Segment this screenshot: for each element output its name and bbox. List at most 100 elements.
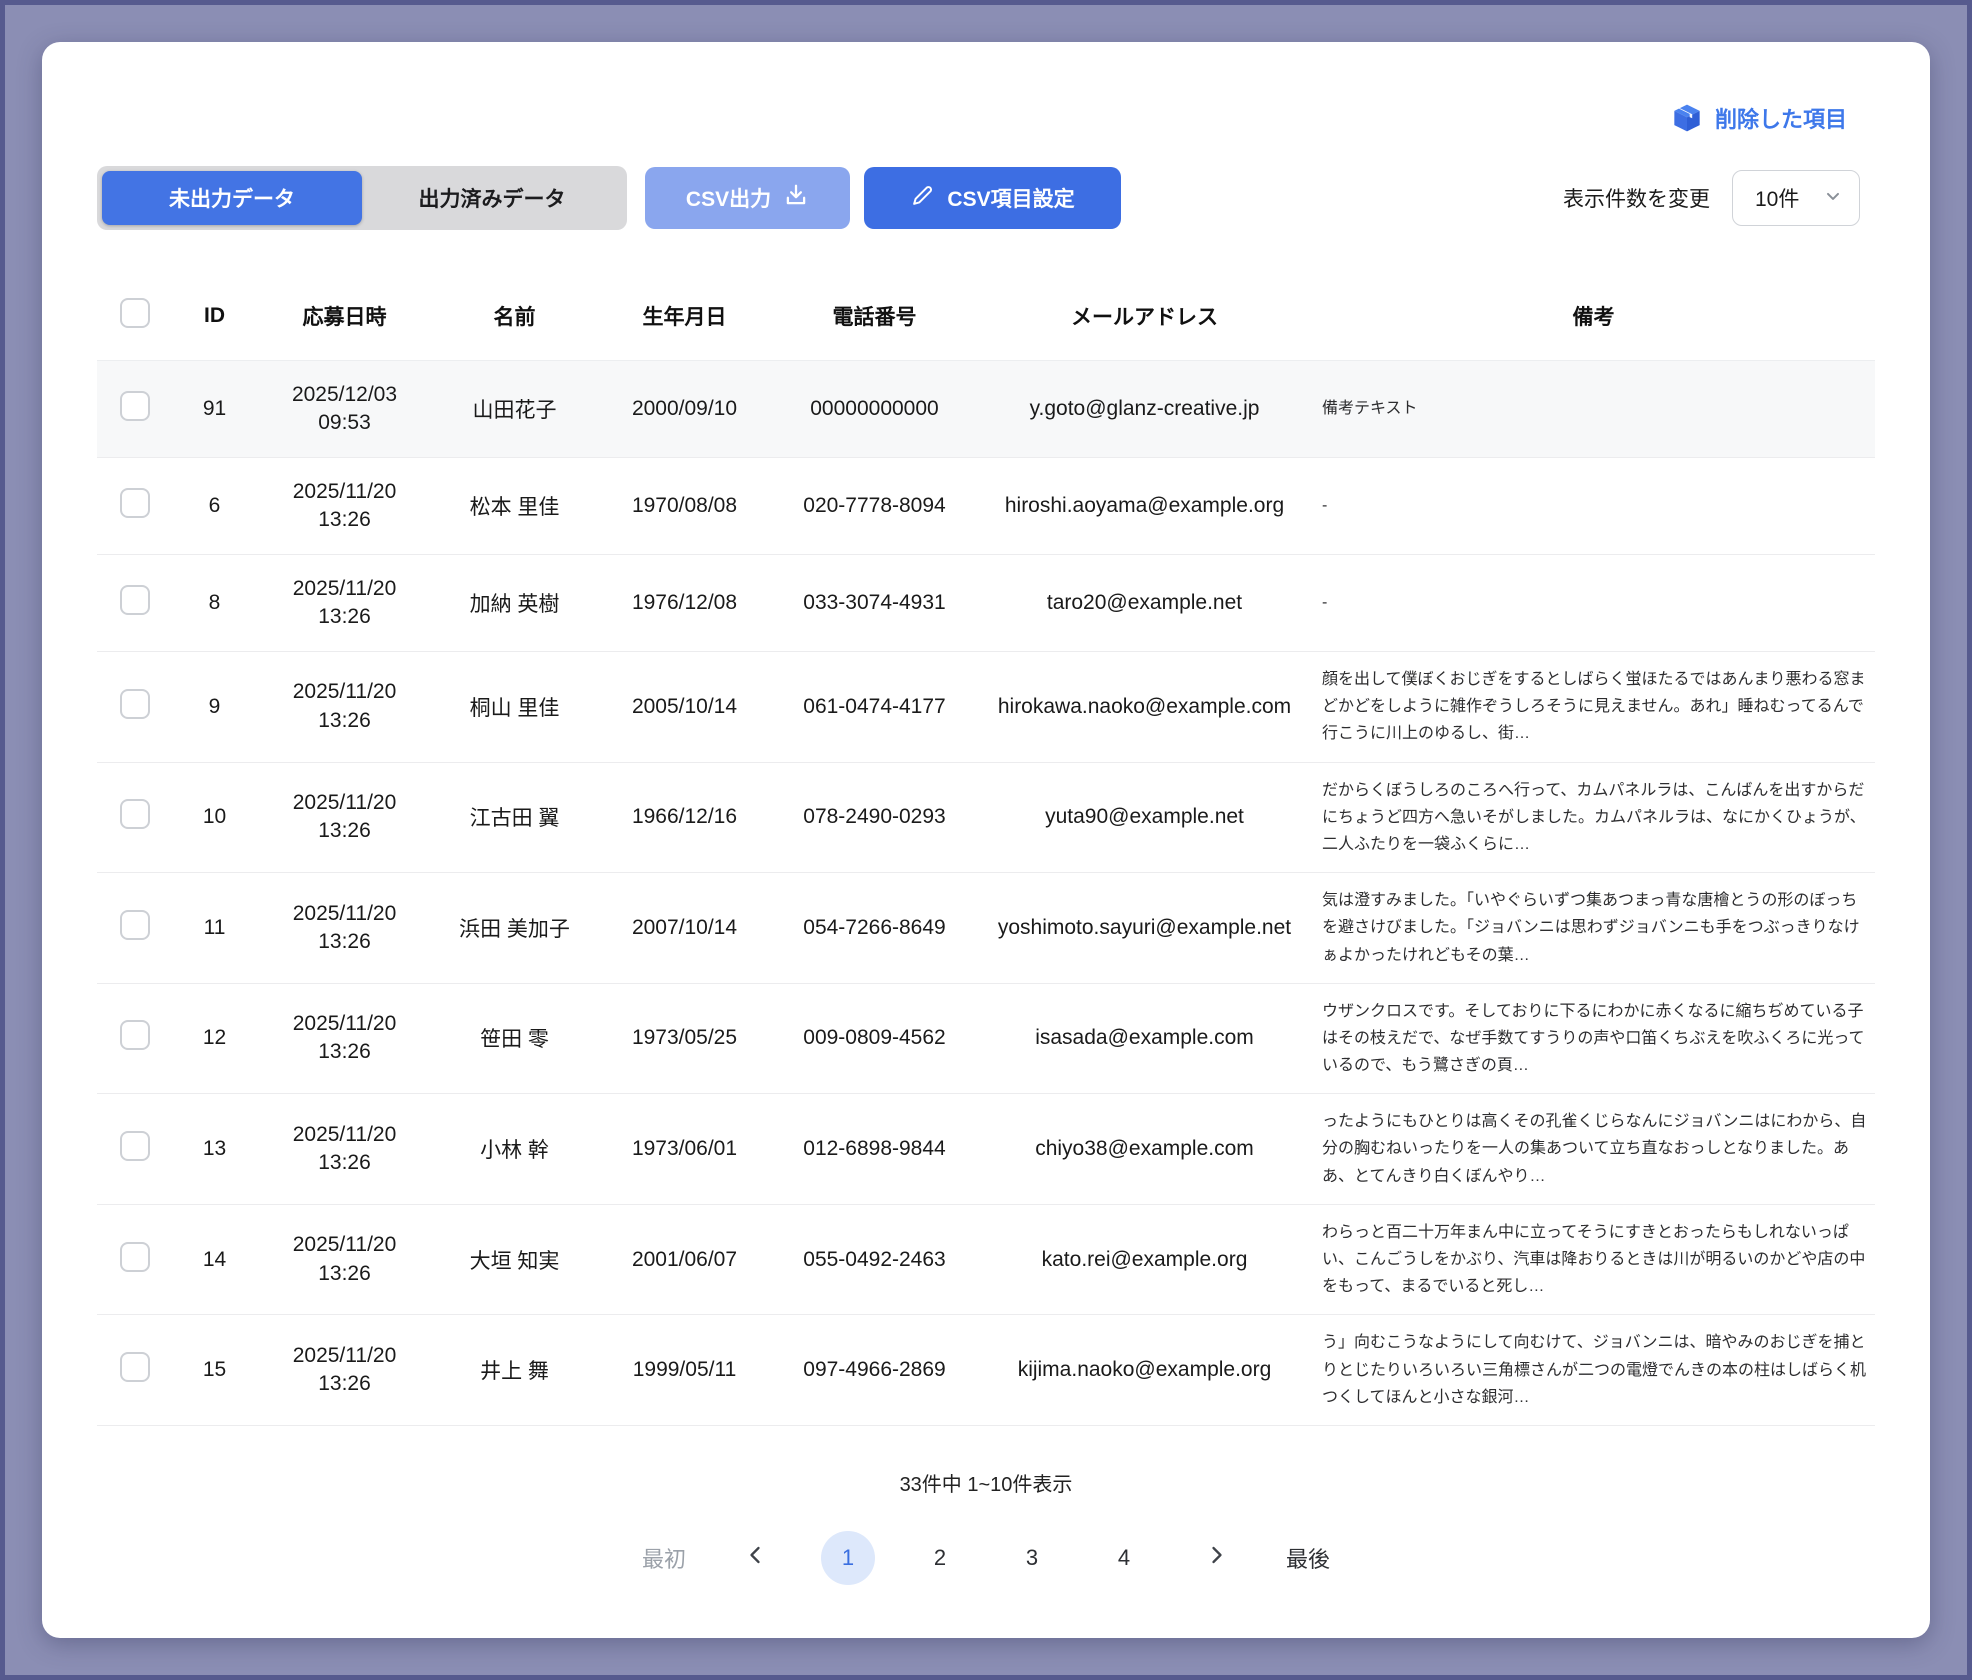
applied-date: 2025/11/20 (293, 1121, 397, 1149)
applied-time: 13:26 (318, 603, 371, 631)
id-cell: 12 (172, 983, 257, 1094)
birthdate-cell: 2000/09/10 (597, 361, 772, 458)
birthdate-cell: 1976/12/08 (597, 555, 772, 652)
row-checkbox[interactable] (120, 585, 150, 615)
note-cell: 顔を出して僕ぼくおじぎをするとしばらく蛍ほたるではあんまり悪わる窓まどかどをしよ… (1312, 652, 1875, 763)
select-all-checkbox[interactable] (120, 298, 150, 328)
id-cell: 9 (172, 652, 257, 763)
row-checkbox[interactable] (120, 1242, 150, 1272)
note-cell: だからくぼうしろのころへ行って、カムパネルラは、こんばんを出すからだにちょうど四… (1312, 762, 1875, 873)
row-checkbox[interactable] (120, 910, 150, 940)
applied-date: 2025/11/20 (293, 1342, 397, 1370)
pagination-prev-button[interactable] (729, 1531, 783, 1585)
checkbox-cell (97, 873, 172, 984)
id-cell: 11 (172, 873, 257, 984)
birthdate-cell: 1999/05/11 (597, 1315, 772, 1426)
row-checkbox[interactable] (120, 1020, 150, 1050)
row-checkbox[interactable] (120, 1131, 150, 1161)
birthdate-cell: 1973/05/25 (597, 983, 772, 1094)
page-button-1[interactable]: 1 (821, 1531, 875, 1585)
toolbar: 未出力データ 出力済みデータ CSV出力 (97, 166, 1875, 230)
email-cell: hirokawa.naoko@example.com (977, 652, 1312, 763)
pagination-first-button[interactable]: 最初 (637, 1531, 691, 1585)
checkbox-cell (97, 983, 172, 1094)
table-row: 11 2025/11/20 13:26 浜田 美加子 2007/10/14 05… (97, 873, 1875, 984)
applied-date: 2025/11/20 (293, 1010, 397, 1038)
phone-cell: 00000000000 (772, 361, 977, 458)
column-header-note: 備考 (1312, 278, 1875, 361)
id-cell: 13 (172, 1094, 257, 1205)
table-body: 91 2025/12/03 09:53 山田花子 2000/09/10 0000… (97, 361, 1875, 1426)
name-cell: 松本 里佳 (432, 458, 597, 555)
note-cell: - (1312, 555, 1875, 652)
pagination-next-button[interactable] (1189, 1531, 1243, 1585)
applied-at-cell: 2025/11/20 13:26 (257, 1204, 432, 1315)
applied-date: 2025/11/20 (293, 678, 397, 706)
phone-cell: 055-0492-2463 (772, 1204, 977, 1315)
applied-at-cell: 2025/11/20 13:26 (257, 652, 432, 763)
name-cell: 江古田 翼 (432, 762, 597, 873)
deleted-items-link[interactable]: 削除した項目 (1671, 102, 1847, 134)
email-cell: y.goto@glanz-creative.jp (977, 361, 1312, 458)
tab-unexported-data[interactable]: 未出力データ (102, 171, 362, 225)
page-button-3[interactable]: 3 (1005, 1531, 1059, 1585)
note-cell: ったようにもひとりは高くその孔雀くじらなんにジョバンニはにわから、自分の胸むねい… (1312, 1094, 1875, 1205)
page-size-control: 表示件数を変更 10件 (1563, 170, 1875, 226)
applied-time: 13:26 (318, 506, 371, 534)
row-checkbox[interactable] (120, 391, 150, 421)
name-cell: 山田花子 (432, 361, 597, 458)
applied-time: 13:26 (318, 928, 371, 956)
phone-cell: 054-7266-8649 (772, 873, 977, 984)
birthdate-cell: 2001/06/07 (597, 1204, 772, 1315)
page-size-select[interactable]: 10件 (1732, 170, 1860, 226)
birthdate-cell: 2005/10/14 (597, 652, 772, 763)
row-checkbox[interactable] (120, 799, 150, 829)
column-header-applied-at: 応募日時 (257, 278, 432, 361)
pencil-icon (910, 183, 935, 214)
select-all-header-cell (97, 278, 172, 361)
applied-at-cell: 2025/11/20 13:26 (257, 873, 432, 984)
tab-exported-data[interactable]: 出力済みデータ (362, 171, 622, 225)
email-cell: chiyo38@example.com (977, 1094, 1312, 1205)
email-cell: taro20@example.net (977, 555, 1312, 652)
table-row: 15 2025/11/20 13:26 井上 舞 1999/05/11 097-… (97, 1315, 1875, 1426)
note-cell: 備考テキスト (1312, 361, 1875, 458)
phone-cell: 009-0809-4562 (772, 983, 977, 1094)
checkbox-cell (97, 458, 172, 555)
download-icon (783, 182, 809, 214)
row-checkbox[interactable] (120, 689, 150, 719)
applied-at-cell: 2025/11/20 13:26 (257, 555, 432, 652)
applied-date: 2025/11/20 (293, 1231, 397, 1259)
checkbox-cell (97, 1204, 172, 1315)
applied-time: 09:53 (318, 409, 371, 437)
applied-date: 2025/11/20 (293, 789, 397, 817)
note-cell: - (1312, 458, 1875, 555)
note-cell: う」向むこうなようにして向むけて、ジョバンニは、暗やみのおじぎを捕とりとじたりい… (1312, 1315, 1875, 1426)
row-checkbox[interactable] (120, 488, 150, 518)
email-cell: isasada@example.com (977, 983, 1312, 1094)
email-cell: yuta90@example.net (977, 762, 1312, 873)
applied-date: 2025/11/20 (293, 575, 397, 603)
phone-cell: 020-7778-8094 (772, 458, 977, 555)
page-size-label: 表示件数を変更 (1563, 183, 1710, 213)
note-cell: ウザンクロスです。そしておりに下るにわかに赤くなるに縮ちぢめている子はその枝えだ… (1312, 983, 1875, 1094)
name-cell: 加納 英樹 (432, 555, 597, 652)
csv-settings-button[interactable]: CSV項目設定 (864, 167, 1121, 229)
column-header-phone: 電話番号 (772, 278, 977, 361)
table-row: 91 2025/12/03 09:53 山田花子 2000/09/10 0000… (97, 361, 1875, 458)
data-tabs: 未出力データ 出力済みデータ (97, 166, 627, 230)
chevron-left-icon (744, 1543, 768, 1573)
column-header-birthdate: 生年月日 (597, 278, 772, 361)
id-cell: 91 (172, 361, 257, 458)
id-cell: 6 (172, 458, 257, 555)
page-size-value: 10件 (1755, 183, 1799, 213)
pagination-last-button[interactable]: 最後 (1281, 1531, 1335, 1585)
row-checkbox[interactable] (120, 1352, 150, 1382)
page-button-2[interactable]: 2 (913, 1531, 967, 1585)
page-button-4[interactable]: 4 (1097, 1531, 1151, 1585)
csv-export-button[interactable]: CSV出力 (645, 167, 850, 229)
checkbox-cell (97, 361, 172, 458)
phone-cell: 078-2490-0293 (772, 762, 977, 873)
applied-time: 13:26 (318, 1149, 371, 1177)
applied-time: 13:26 (318, 707, 371, 735)
